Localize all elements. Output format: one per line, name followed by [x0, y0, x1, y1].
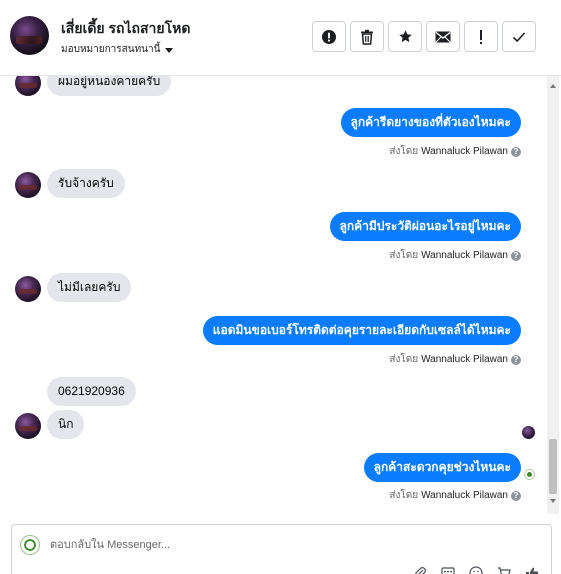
page-avatar [20, 535, 40, 555]
scroll-up-arrow-icon[interactable] [550, 84, 556, 88]
sent-by-name[interactable]: Wannaluck Pilawan [421, 146, 508, 157]
outgoing-message[interactable]: แอดมินขอเบอร์โทรติดต่อคุยรายละเอียดกับเซ… [202, 316, 521, 345]
scroll-down-arrow-icon[interactable] [550, 499, 556, 503]
help-icon[interactable]: ? [511, 250, 521, 261]
assign-conversation-dropdown[interactable]: มอบหมายการสนทนานี้ [61, 42, 174, 57]
sent-by-prefix: ส่งโดย [389, 354, 419, 365]
page-delivered-icon [524, 469, 535, 480]
email-button[interactable] [426, 21, 460, 52]
incoming-message[interactable]: ไม่มีเลยครับ [47, 273, 132, 302]
reply-composer [11, 524, 552, 574]
shop-icon[interactable] [496, 565, 512, 574]
conversation-header: เสี่ยเดี้ย รถไถสายโหด มอบหมายการสนทนานี้ [0, 0, 561, 76]
scrollbar-thumb[interactable] [549, 439, 557, 494]
composer-toolbar [412, 565, 540, 574]
outgoing-message[interactable]: ลูกค้ามีประวัติผ่อนอะไรอยู่ไหมคะ [329, 212, 521, 241]
trash-icon [361, 29, 373, 45]
contact-avatar-small[interactable] [15, 76, 41, 96]
reply-input[interactable] [50, 537, 520, 553]
contact-name[interactable]: เสี่ยเดี้ย รถไถสายโหด [61, 18, 190, 40]
sent-by-name[interactable]: Wannaluck Pilawan [421, 354, 508, 365]
message-thread[interactable]: ผมอยู่หนองคายครับ ลูกค้ารีดยางของที่ตัวเ… [0, 76, 561, 514]
contact-avatar-small[interactable] [15, 413, 41, 439]
alert-circle-icon [322, 29, 336, 44]
sent-by-label: ส่งโดย Wannaluck Pilawan ? [389, 248, 521, 263]
exclamation-icon [480, 29, 482, 44]
incoming-message[interactable]: ผมอยู่หนองคายครับ [47, 76, 172, 96]
read-receipt-avatar [522, 426, 535, 439]
incoming-message[interactable]: รับจ้างครับ [47, 169, 125, 198]
sent-by-prefix: ส่งโดย [389, 146, 419, 157]
like-icon[interactable] [524, 565, 540, 574]
sent-by-name[interactable]: Wannaluck Pilawan [421, 490, 508, 501]
help-icon[interactable]: ? [511, 354, 521, 365]
outgoing-message[interactable]: ลูกค้ารีดยางของที่ตัวเองไหมคะ [340, 108, 521, 137]
sent-by-name[interactable]: Wannaluck Pilawan [421, 250, 508, 261]
outgoing-message[interactable]: ลูกค้าสะดวกคุยช่วงไหนคะ [363, 453, 521, 482]
checkmark-icon [512, 31, 526, 42]
star-icon [398, 30, 412, 43]
emoji-icon[interactable] [468, 565, 484, 574]
contact-avatar-small[interactable] [15, 276, 41, 302]
incoming-message[interactable]: 0621920936 [47, 377, 136, 406]
envelope-icon [435, 31, 451, 42]
contact-avatar[interactable] [10, 16, 49, 55]
spam-button[interactable] [312, 21, 346, 52]
delete-button[interactable] [350, 21, 384, 52]
saved-replies-icon[interactable] [440, 565, 456, 574]
follow-up-button[interactable] [464, 21, 498, 52]
attachment-icon[interactable] [412, 565, 428, 574]
scrollbar[interactable] [547, 76, 559, 514]
incoming-message[interactable]: นิก [47, 410, 85, 439]
done-button[interactable] [502, 21, 536, 52]
help-icon[interactable]: ? [511, 146, 521, 157]
help-icon[interactable]: ? [511, 490, 521, 501]
sent-by-label: ส่งโดย Wannaluck Pilawan ? [389, 488, 521, 503]
assign-label: มอบหมายการสนทนานี้ [61, 44, 161, 55]
sent-by-prefix: ส่งโดย [389, 490, 419, 501]
sent-by-label: ส่งโดย Wannaluck Pilawan ? [389, 352, 521, 367]
star-button[interactable] [388, 21, 422, 52]
sent-by-prefix: ส่งโดย [389, 250, 419, 261]
chevron-down-icon [165, 47, 174, 53]
conversation-toolbar [312, 21, 536, 52]
contact-avatar-small[interactable] [15, 172, 41, 198]
sent-by-label: ส่งโดย Wannaluck Pilawan ? [389, 144, 521, 159]
